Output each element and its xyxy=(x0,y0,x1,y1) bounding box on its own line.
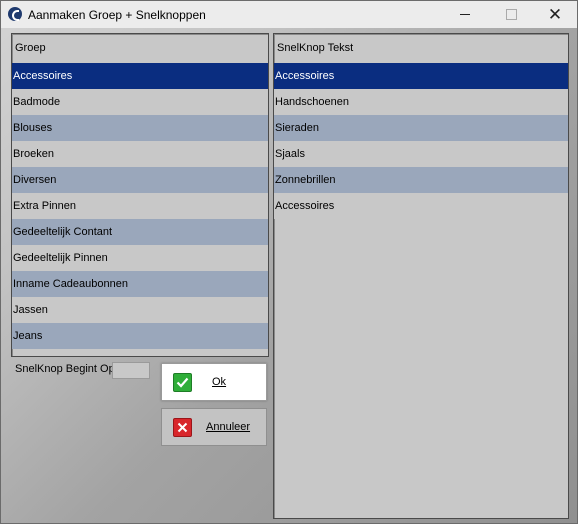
checkmark-icon xyxy=(173,372,192,392)
minimize-icon xyxy=(460,14,470,15)
quick-button-list-item[interactable]: Accessoires xyxy=(274,63,568,89)
close-icon: ✕ xyxy=(547,5,563,24)
group-list-item[interactable]: Diversen xyxy=(12,167,268,193)
ok-button[interactable]: Ok xyxy=(161,363,267,401)
title-bar[interactable]: Aanmaken Groep + Snelknoppen ✕ xyxy=(1,1,577,28)
group-list-item[interactable]: Accessoires xyxy=(12,63,268,89)
quick-button-list-item[interactable]: Sieraden xyxy=(274,115,568,141)
group-list-item[interactable]: Jassen xyxy=(12,297,268,323)
quick-button-list[interactable]: SnelKnop Tekst Accessoires Handschoenen Si… xyxy=(273,33,569,519)
group-list-item[interactable]: Gedeeltelijk Contant xyxy=(12,219,268,245)
group-list-item[interactable]: Inname Cadeaubonnen xyxy=(12,271,268,297)
group-list-item[interactable]: Badmode xyxy=(12,89,268,115)
dialog-window: Aanmaken Groep + Snelknoppen ✕ Groep Acc… xyxy=(0,0,578,524)
quick-button-list-item[interactable]: Accessoires xyxy=(274,193,568,219)
group-list-header: Groep xyxy=(15,42,46,54)
group-list-item[interactable]: Broeken xyxy=(12,141,268,167)
group-list[interactable]: Groep Accessoires Badmode Blouses Broeken Di… xyxy=(11,33,269,357)
app-logo-icon xyxy=(8,7,22,21)
group-list-item[interactable]: Gedeeltelijk Pinnen xyxy=(12,245,268,271)
start-position-label: SnelKnop Begint Op xyxy=(15,363,115,375)
maximize-icon xyxy=(505,9,517,20)
cancel-button[interactable]: Annuleer xyxy=(161,408,267,446)
group-list-item[interactable]: Blouses xyxy=(12,115,268,141)
cancel-x-icon xyxy=(173,417,192,437)
quick-button-list-item[interactable]: Handschoenen xyxy=(274,89,568,115)
quick-button-list-item[interactable]: Sjaals xyxy=(274,141,568,167)
group-list-item[interactable]: Extra Pinnen xyxy=(12,193,268,219)
quick-button-list-header: SnelKnop Tekst xyxy=(277,42,354,54)
close-button[interactable]: ✕ xyxy=(532,1,577,28)
ok-button-label: Ok xyxy=(212,376,227,388)
start-position-input[interactable] xyxy=(112,362,150,379)
group-list-item[interactable]: Jeans xyxy=(12,323,268,349)
minimize-button[interactable] xyxy=(442,1,488,28)
quick-button-list-item[interactable]: Zonnebrillen xyxy=(274,167,568,193)
cancel-button-label: Annuleer xyxy=(206,421,251,433)
maximize-button[interactable] xyxy=(488,1,534,28)
window-title: Aanmaken Groep + Snelknoppen xyxy=(28,8,206,22)
